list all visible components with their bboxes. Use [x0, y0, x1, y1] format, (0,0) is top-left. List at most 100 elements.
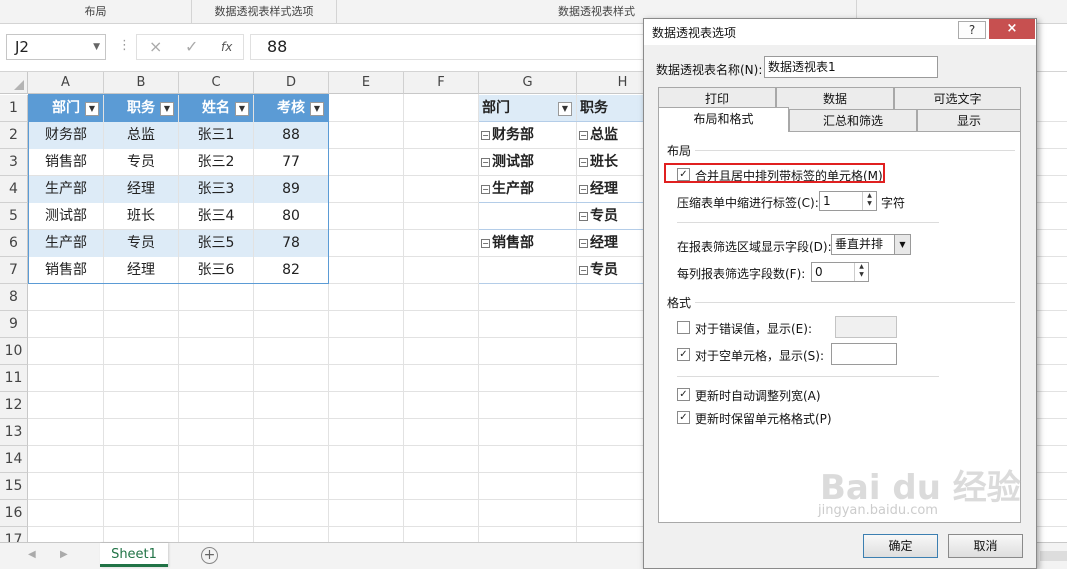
collapse-icon[interactable]: −	[579, 185, 588, 194]
table-cell[interactable]: 张三6	[179, 257, 253, 284]
filter-dropdown-icon[interactable]: ▼	[558, 102, 572, 116]
tab-alt-text[interactable]: 可选文字	[894, 87, 1021, 109]
table-cell[interactable]: 张三1	[179, 122, 253, 149]
add-sheet-icon[interactable]: +	[201, 547, 218, 564]
pivot-item[interactable]: − 班长	[579, 149, 647, 176]
row-header-4[interactable]: 4	[0, 176, 28, 203]
tab-data[interactable]: 数据	[776, 87, 894, 109]
chevron-down-icon[interactable]: ▼	[894, 235, 910, 254]
scroll-right-icon[interactable]: ▶	[60, 549, 68, 560]
collapse-icon[interactable]: −	[579, 158, 588, 167]
table-cell[interactable]: 专员	[104, 149, 178, 176]
pivot-item[interactable]: − 财务部	[481, 122, 576, 149]
collapse-icon[interactable]: −	[579, 212, 588, 221]
indent-spinner[interactable]: 1 ▲ ▼	[819, 191, 877, 211]
table-cell[interactable]: 82	[254, 257, 328, 284]
table-cell[interactable]: 专员	[104, 230, 178, 257]
table-cell[interactable]: 经理	[104, 257, 178, 284]
pivot-item[interactable]: − 测试部	[481, 149, 576, 176]
table-cell[interactable]: 测试部	[29, 203, 103, 230]
column-header-d[interactable]: D	[254, 72, 329, 94]
column-header-e[interactable]: E	[329, 72, 404, 94]
collapse-icon[interactable]: −	[481, 239, 490, 248]
row-header-1[interactable]: 1	[0, 95, 28, 122]
select-all-corner[interactable]	[0, 72, 28, 94]
table-cell[interactable]: 张三3	[179, 176, 253, 203]
formula-input[interactable]: 88	[250, 34, 650, 60]
table-header-cell[interactable]: 考核 ▼	[254, 95, 328, 122]
tab-display[interactable]: 显示	[917, 109, 1021, 131]
column-header-b[interactable]: B	[104, 72, 179, 94]
merge-center-checkbox[interactable]: ✓	[677, 168, 690, 181]
pivot-name-input[interactable]: 数据透视表1	[764, 56, 938, 78]
table-cell[interactable]: 张三4	[179, 203, 253, 230]
row-header-11[interactable]: 11	[0, 365, 28, 392]
ok-button[interactable]: 确定	[863, 534, 938, 558]
table-cell[interactable]: 销售部	[29, 149, 103, 176]
table-cell[interactable]: 总监	[104, 122, 178, 149]
table-header-cell[interactable]: 姓名 ▼	[179, 95, 253, 122]
row-header-13[interactable]: 13	[0, 419, 28, 446]
horizontal-scrollbar[interactable]	[1040, 551, 1067, 561]
pivot-item[interactable]: − 生产部	[481, 176, 576, 203]
filter-dropdown-icon[interactable]: ▼	[235, 102, 249, 116]
spinner-arrows-icon[interactable]: ▲ ▼	[854, 263, 868, 281]
table-cell[interactable]: 张三5	[179, 230, 253, 257]
cancel-button[interactable]: 取消	[948, 534, 1023, 558]
empty-cell-input[interactable]	[831, 343, 897, 365]
table-cell[interactable]: 78	[254, 230, 328, 257]
autofit-checkbox[interactable]: ✓	[677, 388, 690, 401]
pivot-item[interactable]: − 销售部	[481, 230, 576, 257]
name-box[interactable]: J2 ▼	[6, 34, 106, 60]
table-cell[interactable]: 88	[254, 122, 328, 149]
filter-dropdown-icon[interactable]: ▼	[160, 102, 174, 116]
row-header-3[interactable]: 3	[0, 149, 28, 176]
column-header-c[interactable]: C	[179, 72, 254, 94]
filter-dropdown-icon[interactable]: ▼	[85, 102, 99, 116]
tab-layout-format[interactable]: 布局和格式	[658, 107, 789, 132]
row-header-12[interactable]: 12	[0, 392, 28, 419]
row-header-5[interactable]: 5	[0, 203, 28, 230]
table-cell[interactable]: 张三2	[179, 149, 253, 176]
row-header-10[interactable]: 10	[0, 338, 28, 365]
row-header-6[interactable]: 6	[0, 230, 28, 257]
help-button[interactable]: ?	[958, 21, 986, 39]
pivot-row-header[interactable]: 职务	[577, 95, 647, 122]
row-header-17[interactable]: 17	[0, 527, 28, 542]
column-header-a[interactable]: A	[28, 72, 104, 94]
tab-totals-filters[interactable]: 汇总和筛选	[789, 109, 917, 131]
collapse-icon[interactable]: −	[579, 266, 588, 275]
pivot-item[interactable]: − 经理	[579, 230, 647, 257]
table-cell[interactable]: 财务部	[29, 122, 103, 149]
collapse-icon[interactable]: −	[579, 239, 588, 248]
tab-print[interactable]: 打印	[658, 87, 776, 109]
table-cell[interactable]: 生产部	[29, 176, 103, 203]
preserve-format-checkbox[interactable]: ✓	[677, 411, 690, 424]
pivot-item[interactable]: − 专员	[579, 257, 647, 284]
pivot-row-header[interactable]: 部门 ▼	[479, 95, 576, 122]
row-header-15[interactable]: 15	[0, 473, 28, 500]
pivot-item[interactable]: − 经理	[579, 176, 647, 203]
error-value-checkbox[interactable]	[677, 321, 690, 334]
column-header-g[interactable]: G	[479, 72, 577, 94]
column-header-f[interactable]: F	[404, 72, 479, 94]
collapse-icon[interactable]: −	[579, 131, 588, 140]
collapse-icon[interactable]: −	[481, 131, 490, 140]
table-cell[interactable]: 生产部	[29, 230, 103, 257]
collapse-icon[interactable]: −	[481, 158, 490, 167]
enter-icon[interactable]: ✓	[185, 37, 198, 56]
chevron-down-icon[interactable]: ▼	[93, 35, 100, 59]
filter-dropdown-icon[interactable]: ▼	[310, 102, 324, 116]
row-header-2[interactable]: 2	[0, 122, 28, 149]
table-cell[interactable]: 77	[254, 149, 328, 176]
collapse-icon[interactable]: −	[481, 185, 490, 194]
scroll-left-icon[interactable]: ◀	[28, 549, 36, 560]
row-header-7[interactable]: 7	[0, 257, 28, 284]
filter-area-select[interactable]: 垂直并排 ▼	[831, 234, 911, 255]
row-header-9[interactable]: 9	[0, 311, 28, 338]
pivot-item[interactable]: − 总监	[579, 122, 647, 149]
dialog-title-bar[interactable]: 数据透视表选项 ? ×	[644, 19, 1036, 45]
sheet-tab-sheet1[interactable]: Sheet1	[100, 543, 168, 567]
table-header-cell[interactable]: 部门 ▼	[29, 95, 103, 122]
insert-function-button[interactable]: fx	[221, 40, 232, 54]
